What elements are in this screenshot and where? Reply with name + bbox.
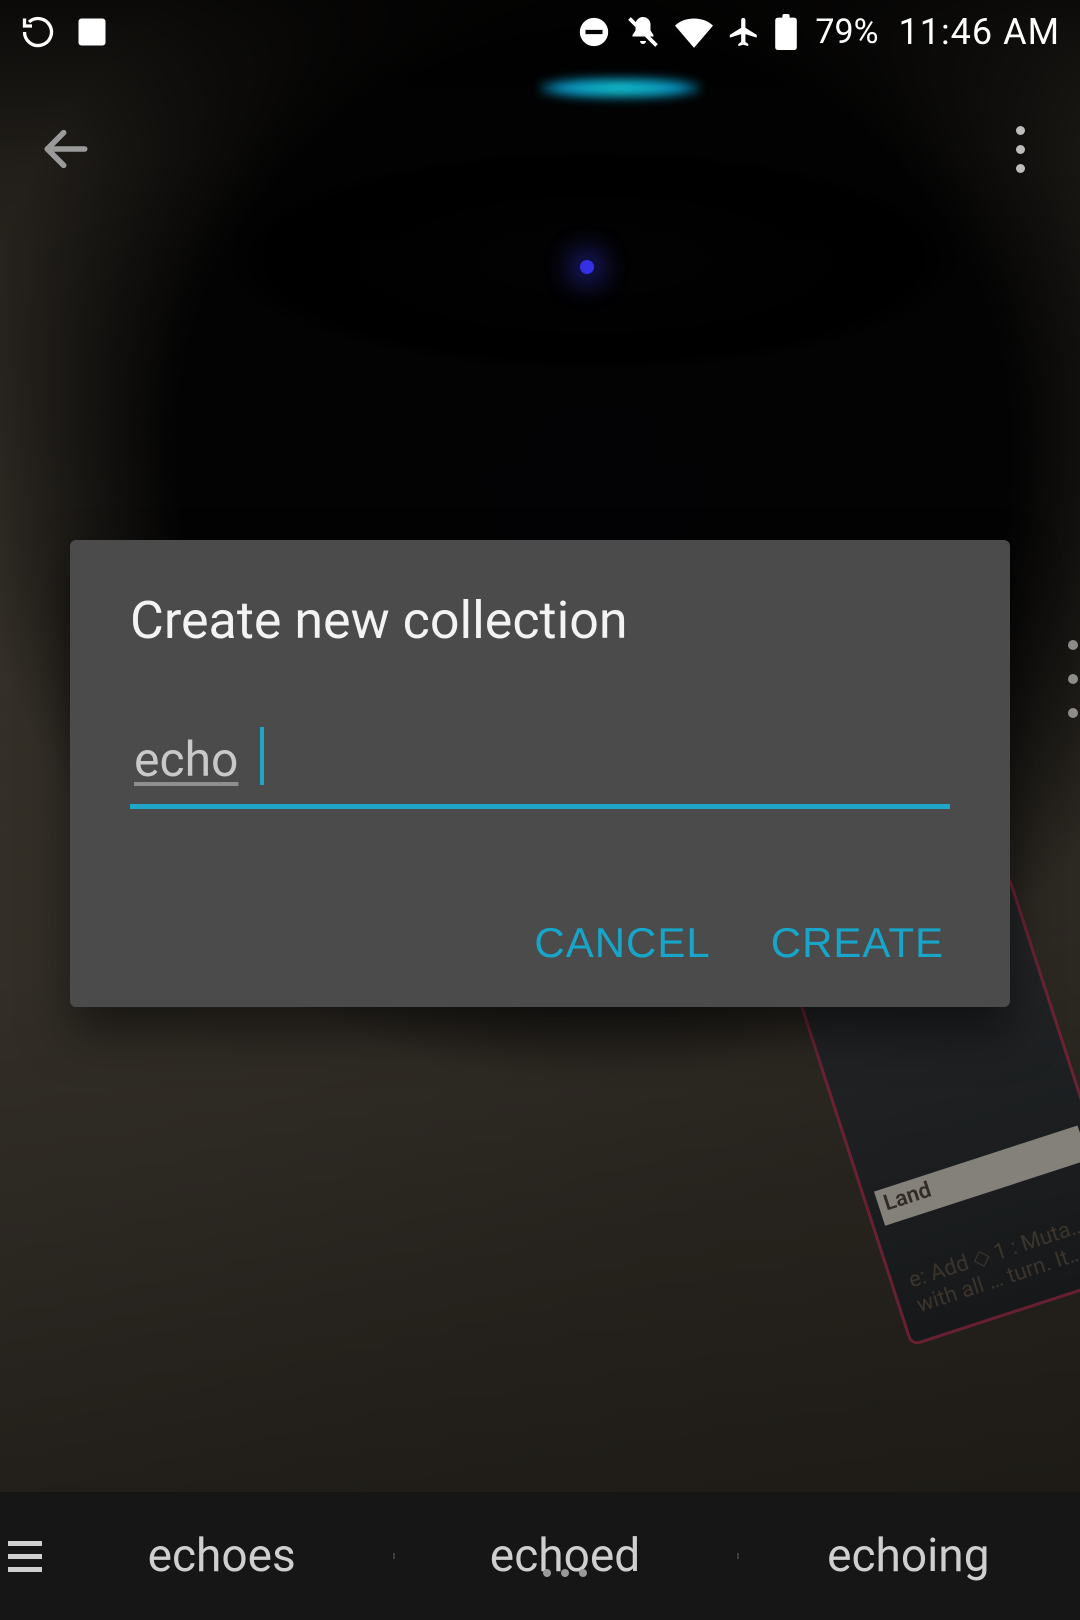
more-suggestions-icon: [543, 1569, 587, 1577]
cancel-button[interactable]: CANCEL: [534, 919, 710, 967]
hamburger-icon: [8, 1541, 42, 1572]
page-indicator: [1068, 640, 1078, 718]
dialog-title: Create new collection: [130, 590, 950, 651]
keyboard-suggestion-bar: echoes echoed echoing: [0, 1492, 1080, 1620]
collection-name-field[interactable]: echo: [130, 731, 950, 809]
text-caret: [260, 727, 264, 785]
create-collection-dialog: Create new collection echo CANCEL CREATE: [70, 540, 1010, 1007]
collection-name-input[interactable]: [130, 731, 950, 809]
suggestion-2[interactable]: echoed: [393, 1529, 736, 1583]
keyboard-menu-button[interactable]: [0, 1541, 50, 1572]
suggestion-3[interactable]: echoing: [737, 1529, 1080, 1583]
suggestion-1[interactable]: echoes: [50, 1529, 393, 1583]
collection-name-value: echo: [134, 731, 238, 788]
create-button[interactable]: CREATE: [771, 919, 944, 967]
